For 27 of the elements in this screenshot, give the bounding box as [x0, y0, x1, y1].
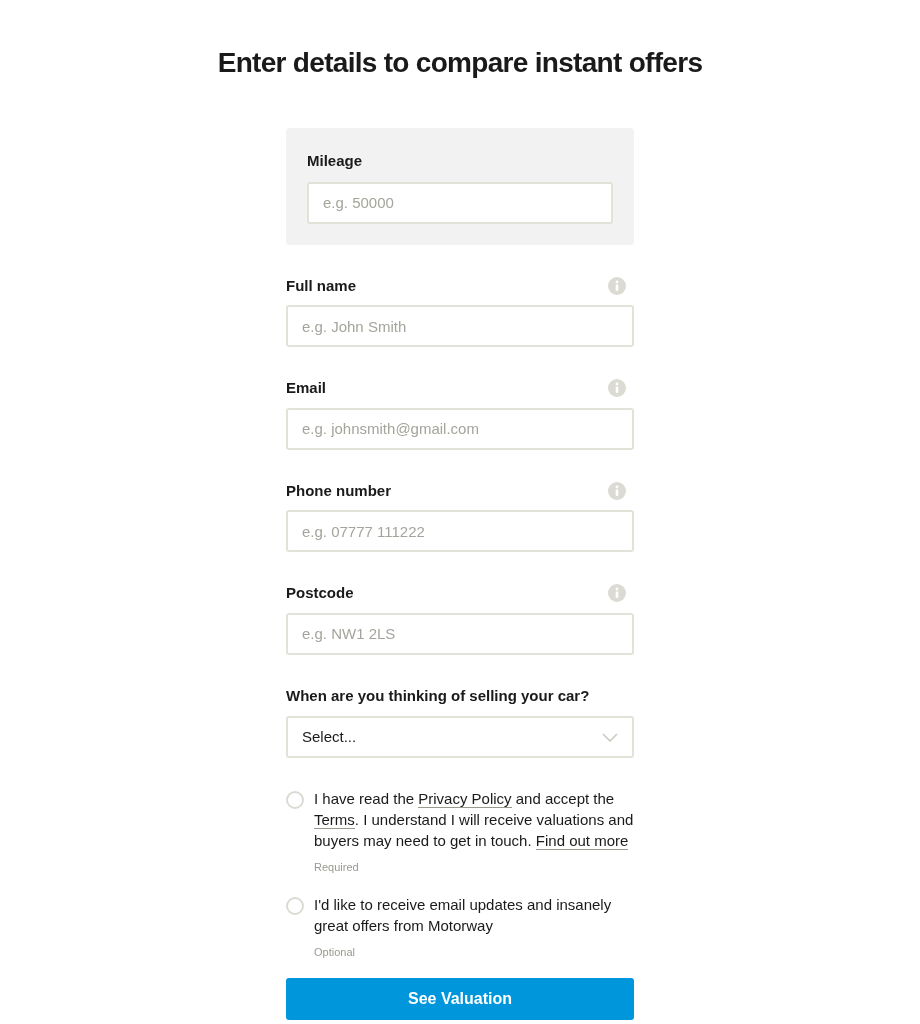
input-field[interactable]: e.g. NW1 2LS — [286, 612, 634, 655]
info-icon[interactable] — [608, 481, 626, 500]
field-label: When are you thinking of selling your car? — [286, 685, 591, 706]
chevron-down-icon — [602, 732, 618, 742]
field-label: Phone number — [286, 480, 391, 501]
info-icon[interactable] — [608, 584, 626, 603]
input-field[interactable]: e.g. 50000 — [307, 181, 613, 224]
select-dropdown[interactable]: Select... — [286, 716, 634, 758]
field-label: Email — [286, 378, 327, 398]
info-icon[interactable] — [608, 276, 626, 295]
consent-text: I'd like to receive email updates and insanely great offers from Motorway — [314, 894, 613, 936]
info-icon[interactable] — [608, 379, 626, 398]
link[interactable]: Privacy Policy — [418, 790, 512, 808]
link[interactable]: Terms — [314, 811, 355, 829]
hint-text: Optional — [314, 944, 356, 960]
checkbox[interactable] — [286, 896, 304, 915]
input-field[interactable]: e.g. John Smith — [286, 305, 634, 347]
input-field[interactable]: e.g. 07777 111222 — [286, 510, 634, 552]
field-label: Mileage — [307, 151, 364, 171]
consent-text: I have read the Privacy Policy and accept the Terms. I understand I will receive valuations and buyers may need to get in touch. Find out more — [314, 789, 634, 851]
input-field[interactable]: e.g. johnsmith@gmail.com — [286, 407, 634, 450]
checkbox[interactable] — [286, 791, 304, 809]
field-label: Postcode — [286, 583, 354, 603]
field-label: Full name — [286, 275, 356, 296]
page-title: Enter details to compare instant offers — [217, 46, 703, 80]
hint-text: Required — [314, 860, 360, 875]
link[interactable]: Find out more — [535, 832, 629, 850]
